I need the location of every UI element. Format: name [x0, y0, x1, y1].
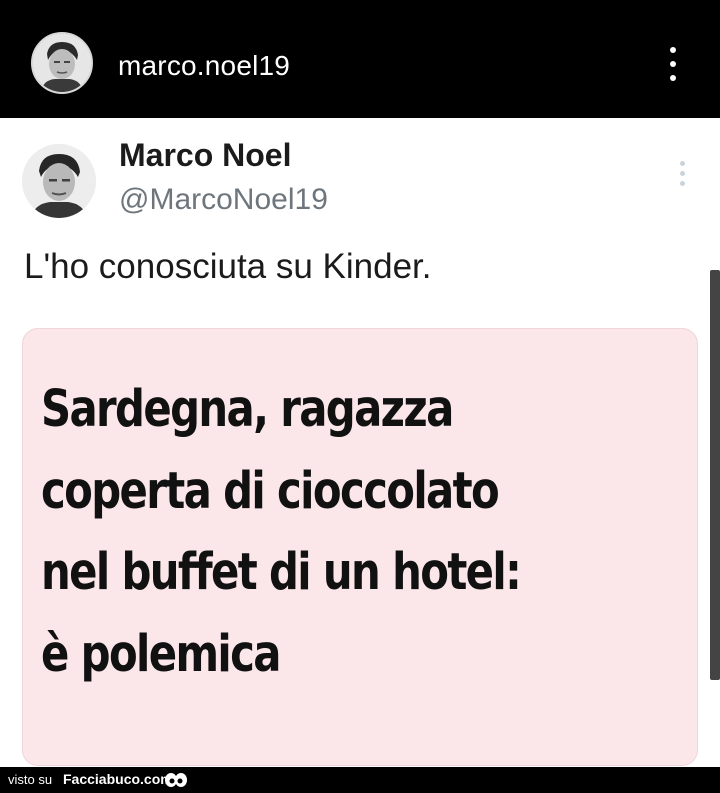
- vertical-dots-icon[interactable]: [678, 161, 688, 187]
- watermark-footer: visto su Facciabuco.com: [0, 767, 720, 793]
- news-card[interactable]: Sardegna, ragazza coperta di cioccolato …: [22, 328, 698, 766]
- tweet-display-name[interactable]: Marco Noel: [119, 137, 291, 174]
- tweet-avatar[interactable]: [22, 144, 96, 218]
- tweet-handle[interactable]: @MarcoNoel19: [119, 183, 328, 217]
- tweet-text: L'ho conosciuta su Kinder.: [24, 247, 432, 286]
- headline-line: coperta di cioccolato: [41, 461, 500, 521]
- footer-site: Facciabuco.com: [63, 771, 173, 787]
- profile-photo-icon[interactable]: [31, 32, 93, 94]
- scrollbar[interactable]: [710, 270, 720, 680]
- vertical-dots-icon[interactable]: [660, 45, 686, 83]
- news-headline: Sardegna, ragazza coperta di cioccolato …: [41, 369, 566, 695]
- footer-prefix: visto su: [8, 772, 53, 787]
- header-username[interactable]: marco.noel19: [118, 50, 290, 82]
- headline-line: è polemica: [41, 624, 281, 684]
- headline-line: Sardegna, ragazza: [41, 380, 454, 439]
- eyes-logo-icon: [164, 772, 188, 788]
- headline-line: nel buffet di un hotel:: [41, 543, 522, 603]
- top-header: marco.noel19: [0, 0, 720, 118]
